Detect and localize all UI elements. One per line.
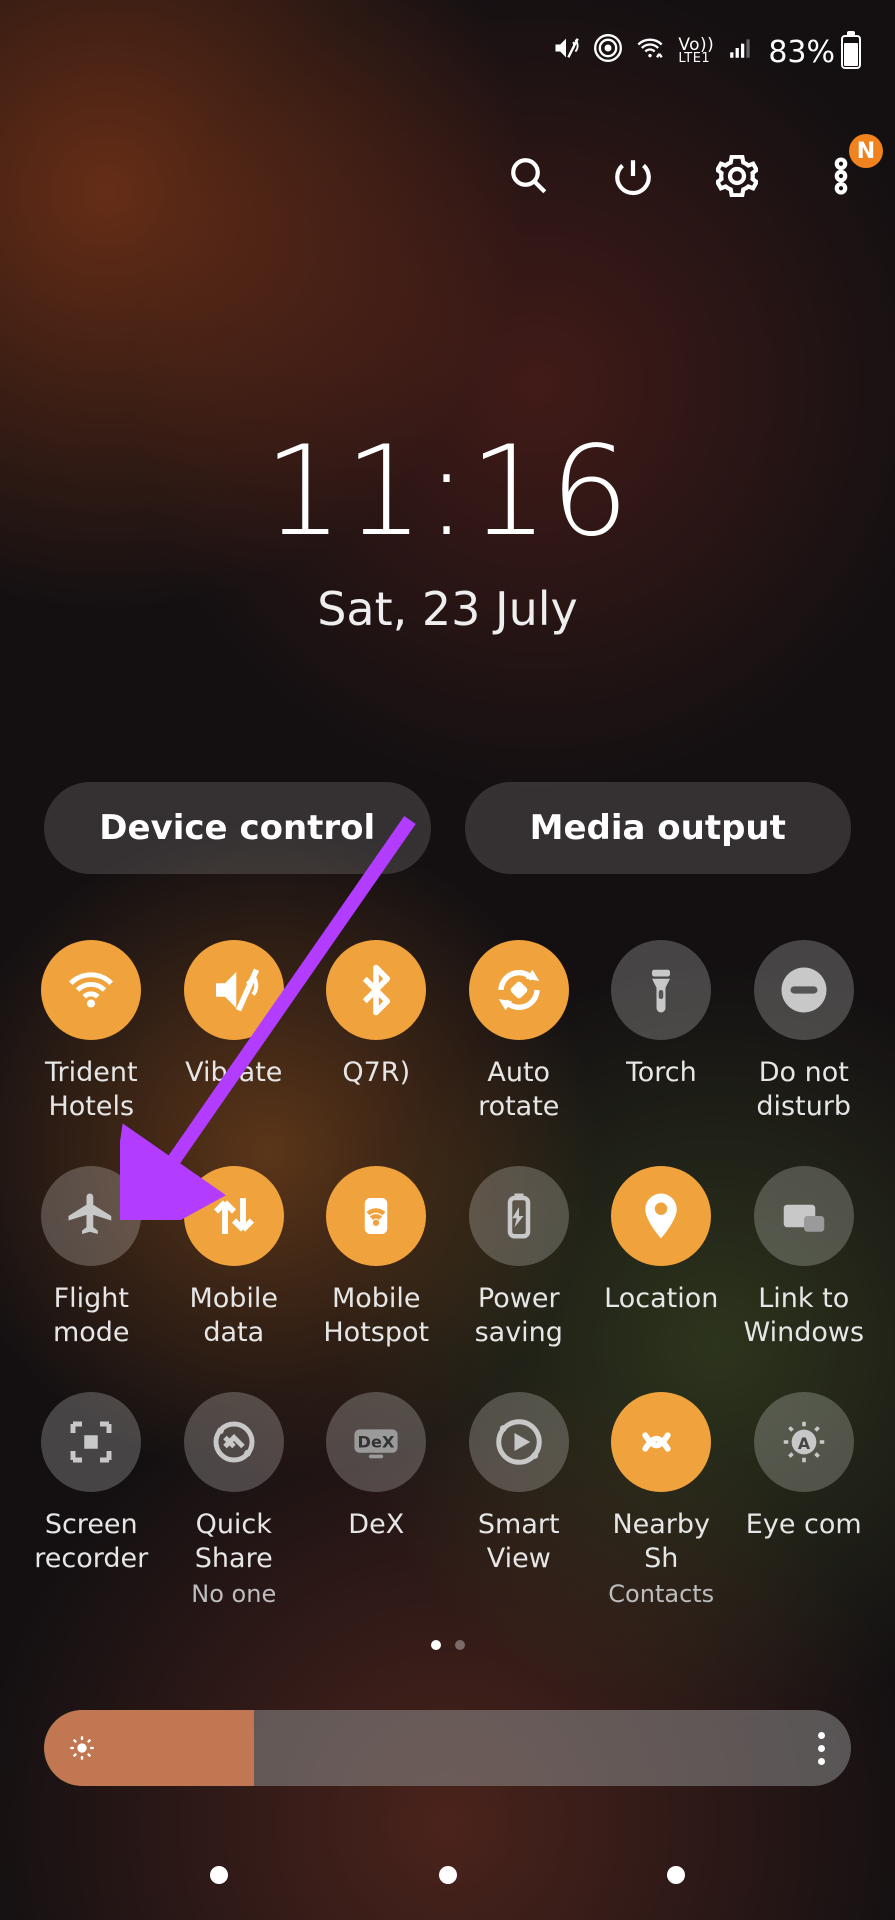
tile-label: Nearby Sh [591,1508,731,1576]
quick-settings-grid: Trident Hotels Vibrate Q7R) Auto rotate Torc… [20,940,875,1608]
tile-label: Flight mode [21,1282,161,1350]
svg-text:A: A [798,1434,811,1453]
tile-eyecomfort[interactable]: A Eye com [733,1392,876,1608]
tile-sound[interactable]: Vibrate [163,940,306,1124]
settings-button[interactable] [709,148,765,204]
plane-icon [41,1166,141,1266]
tile-label: Mobile data [164,1282,304,1350]
tile-quickshare[interactable]: Quick Share No one [163,1392,306,1608]
screenrec-icon [41,1392,141,1492]
wifi-status-icon [636,34,664,70]
svg-text:DeX: DeX [358,1432,395,1451]
navigation-bar [0,1866,895,1884]
nearby-icon [611,1392,711,1492]
location-icon [611,1166,711,1266]
vibrate-icon [184,940,284,1040]
notification-badge: N [849,134,883,168]
rotate-icon [469,940,569,1040]
battery-indicator: 83% [768,35,861,70]
page-indicator [0,1640,895,1650]
tile-torch[interactable]: Torch [590,940,733,1124]
tile-location[interactable]: Location [590,1166,733,1350]
tile-dex[interactable]: DeX DeX [305,1392,448,1608]
hotspot-icon [326,1166,426,1266]
nav-home[interactable] [439,1866,457,1884]
tile-label: Torch [626,1056,697,1124]
tile-nearby[interactable]: Nearby Sh Contacts [590,1392,733,1608]
tile-flight[interactable]: Flight mode [20,1166,163,1350]
tile-autorotate[interactable]: Auto rotate [448,940,591,1124]
bluetooth-icon [326,940,426,1040]
brightness-slider[interactable] [44,1710,851,1786]
tile-bluetooth[interactable]: Q7R) [305,940,448,1124]
tile-linkwin[interactable]: Link to Windows [733,1166,876,1350]
tile-label: Vibrate [185,1056,282,1124]
brightness-icon [68,1734,96,1762]
mute-icon [552,34,580,70]
tile-sublabel: Contacts [608,1580,714,1608]
tile-label: Power saving [449,1282,589,1350]
dnd-icon [754,940,854,1040]
tile-label: Smart View [449,1508,589,1576]
tile-wifi[interactable]: Trident Hotels [20,940,163,1124]
tile-label: Trident Hotels [21,1056,161,1124]
tile-screenrec[interactable]: Screen recorder [20,1392,163,1608]
hotspot-status-icon [594,34,622,70]
device-control-button[interactable]: Device control [44,782,431,874]
nav-recents[interactable] [210,1866,228,1884]
link-icon [754,1166,854,1266]
clock: 11:16 Sat, 23 July [0,420,895,636]
tile-label: Auto rotate [449,1056,589,1124]
network-indicator: Vo)) LTE1 [678,38,714,66]
dex-icon: DeX [326,1392,426,1492]
battery-percent: 83% [768,35,835,70]
clock-date: Sat, 23 July [0,582,895,636]
status-bar: Vo)) LTE1 83% [552,34,861,70]
signal-icon [728,34,754,70]
tile-label: Mobile Hotspot [306,1282,446,1350]
eye-icon: A [754,1392,854,1492]
power-button[interactable] [605,148,661,204]
tile-smartview[interactable]: Smart View [448,1392,591,1608]
tile-label: Q7R) [342,1056,410,1124]
media-output-button[interactable]: Media output [465,782,852,874]
tile-label: DeX [348,1508,404,1576]
tile-label: Eye com [746,1508,862,1576]
tile-label: Location [604,1282,718,1350]
quickshare-icon [184,1392,284,1492]
wifi-icon [41,940,141,1040]
tile-label: Quick Share [164,1508,304,1576]
clock-time: 11:16 [0,420,895,564]
tile-hotspot[interactable]: Mobile Hotspot [305,1166,448,1350]
smartview-icon [469,1392,569,1492]
torch-icon [611,940,711,1040]
tile-dnd[interactable]: Do not disturb [733,940,876,1124]
panel-actions: N [501,148,869,204]
tile-mobiledata[interactable]: Mobile data [163,1166,306,1350]
data-icon [184,1166,284,1266]
more-button[interactable]: N [813,148,869,204]
tile-sublabel: No one [191,1580,276,1608]
tile-powersave[interactable]: Power saving [448,1166,591,1350]
tile-label: Link to Windows [734,1282,874,1350]
tile-label: Do not disturb [734,1056,874,1124]
brightness-more-icon[interactable] [818,1732,825,1765]
search-button[interactable] [501,148,557,204]
tile-label: Screen recorder [21,1508,161,1576]
nav-back[interactable] [667,1866,685,1884]
battery-icon [469,1166,569,1266]
